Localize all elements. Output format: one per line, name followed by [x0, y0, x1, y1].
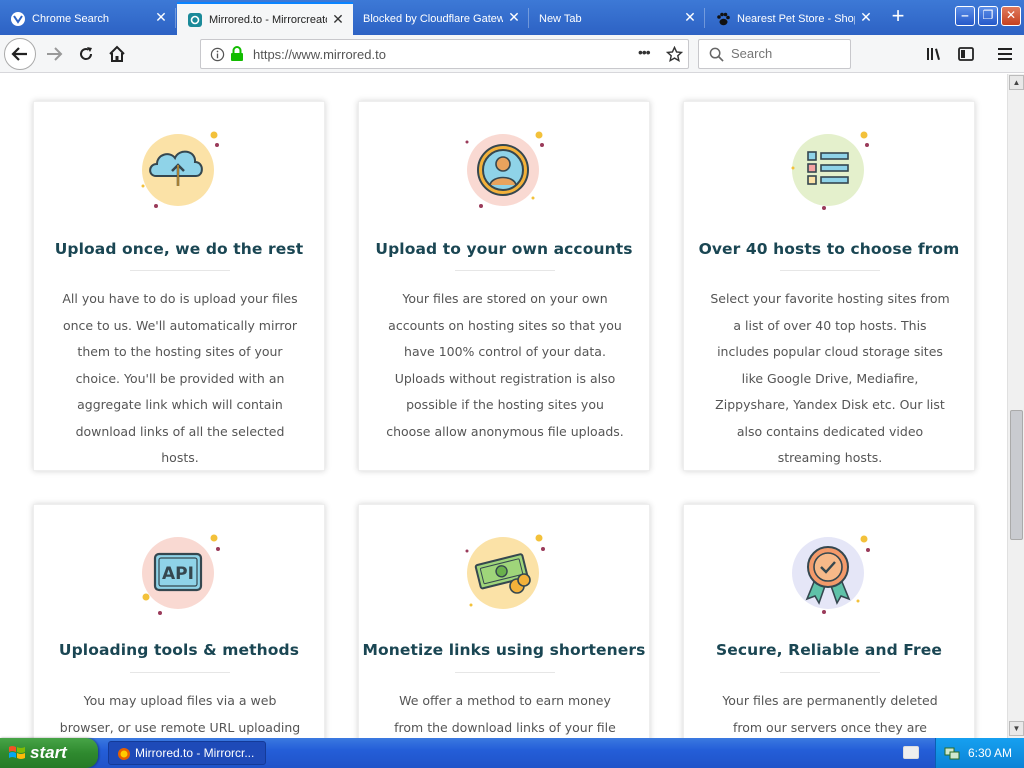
- bookmark-star-icon[interactable]: [666, 46, 683, 63]
- mirrored-favicon-icon: [188, 12, 202, 27]
- back-button[interactable]: [4, 38, 36, 70]
- close-tab-icon[interactable]: ✕: [683, 10, 697, 24]
- reload-icon: [80, 47, 93, 60]
- cloud-upload-icon: [141, 131, 219, 208]
- scrollbar-thumb[interactable]: [1010, 410, 1023, 540]
- scroll-down-arrow-icon[interactable]: ▼: [1009, 721, 1024, 736]
- feature-title: Uploading tools & methods: [58, 641, 300, 659]
- tab-mirrored[interactable]: Mirrored.to - Mirrorcreator ✕: [177, 2, 353, 35]
- hamburger-menu-icon: [998, 48, 1012, 60]
- back-arrow-icon: [11, 47, 27, 61]
- sidebar-icon: [958, 47, 974, 61]
- windows-logo-icon: [9, 746, 25, 759]
- checklist-icon: [791, 131, 869, 210]
- search-bar[interactable]: [698, 39, 851, 69]
- scroll-up-arrow-icon[interactable]: ▲: [1009, 75, 1024, 90]
- home-icon: [109, 45, 125, 62]
- feature-title: Monetize links using shorteners: [362, 641, 646, 659]
- info-icon[interactable]: [210, 47, 225, 62]
- tab-new-tab[interactable]: New Tab ✕: [529, 2, 705, 35]
- tab-pet-store[interactable]: Nearest Pet Store - Shop ✕: [705, 2, 881, 35]
- tab-title: Nearest Pet Store - Shop: [737, 12, 855, 25]
- svg-text:API: API: [162, 564, 194, 584]
- close-tab-icon[interactable]: ✕: [154, 10, 168, 24]
- library-button[interactable]: [920, 40, 948, 68]
- library-icon: [927, 48, 940, 60]
- taskbar: start Mirrored.to - Mirrorcr... 6:30 AM: [0, 738, 1024, 768]
- lock-icon[interactable]: [230, 46, 244, 62]
- reload-button[interactable]: [72, 40, 100, 68]
- taskbar-item-label: Mirrored.to - Mirrorcr...: [135, 746, 255, 760]
- feature-description: All you have to do is upload your files …: [62, 291, 298, 465]
- minimize-button[interactable]: ‒: [955, 6, 975, 26]
- forward-arrow-icon: [47, 47, 63, 61]
- feature-description: Your files are stored on your own accoun…: [386, 291, 624, 439]
- new-tab-button[interactable]: +: [884, 4, 912, 30]
- feature-title: Over 40 hosts to choose from: [698, 240, 960, 258]
- page-content: Upload once, we do the rest All you have…: [0, 74, 1007, 738]
- tab-title: Chrome Search: [32, 12, 110, 25]
- clock: 6:30 AM: [968, 746, 1013, 760]
- tab-title: Blocked by Cloudflare Gateway: [363, 12, 503, 25]
- start-button[interactable]: start: [0, 738, 98, 768]
- tab-bar: Chrome Search ✕ Mirrored.to - Mirrorcrea…: [0, 0, 1024, 35]
- close-tab-icon[interactable]: ✕: [507, 10, 521, 24]
- keyboard-icon[interactable]: [903, 746, 919, 759]
- vertical-scrollbar[interactable]: ▲ ▼: [1007, 74, 1024, 738]
- search-input[interactable]: [731, 46, 841, 61]
- feature-description: You may upload files via a web browser, …: [59, 693, 301, 735]
- feature-title: Upload to your own accounts: [375, 240, 633, 258]
- firefox-icon: [118, 748, 130, 760]
- close-tab-icon[interactable]: ✕: [331, 12, 345, 26]
- close-tab-icon[interactable]: ✕: [859, 10, 873, 24]
- feature-card: API Uploading tools & methods You may up…: [33, 504, 325, 738]
- feature-card: Over 40 hosts to choose from Select your…: [683, 101, 975, 471]
- forward-button[interactable]: [40, 40, 68, 68]
- paw-icon: [717, 12, 730, 25]
- menu-button[interactable]: [991, 40, 1019, 68]
- taskbar-item-mirrored[interactable]: Mirrored.to - Mirrorcr...: [108, 741, 266, 765]
- api-icon: API: [142, 534, 220, 615]
- navigation-toolbar: https://www.mirrored.to •••: [0, 35, 1024, 73]
- network-icon[interactable]: [944, 745, 960, 761]
- feature-card: Secure, Reliable and Free Your files are…: [683, 504, 975, 738]
- start-label: start: [30, 743, 67, 762]
- feature-description: Your files are permanently deleted from …: [722, 693, 938, 735]
- home-button[interactable]: [103, 40, 131, 68]
- feature-card: Upload to your own accounts Your files a…: [358, 101, 650, 471]
- tab-chrome-search[interactable]: Chrome Search ✕: [0, 2, 176, 35]
- url-text: https://www.mirrored.to: [253, 47, 386, 62]
- sidebar-button[interactable]: [952, 40, 980, 68]
- feature-title: Secure, Reliable and Free: [716, 641, 942, 659]
- chrome-search-favicon-icon: [11, 11, 25, 26]
- system-tray: 6:30 AM: [935, 738, 1024, 768]
- tab-title: Mirrored.to - Mirrorcreator: [209, 13, 327, 26]
- page-actions-icon[interactable]: •••: [638, 44, 651, 60]
- feature-card: Upload once, we do the rest All you have…: [33, 101, 325, 471]
- feature-title: Upload once, we do the rest: [54, 240, 304, 258]
- feature-card: Monetize links using shorteners We offer…: [358, 504, 650, 738]
- tab-title: New Tab: [539, 12, 582, 25]
- url-bar[interactable]: https://www.mirrored.to •••: [200, 39, 689, 69]
- feature-description: We offer a method to earn money from the…: [394, 693, 616, 735]
- search-icon: [709, 47, 724, 62]
- close-window-button[interactable]: ✕: [1001, 6, 1021, 26]
- restore-button[interactable]: ❐: [978, 6, 998, 26]
- money-icon: [465, 534, 545, 609]
- tab-cloudflare[interactable]: Blocked by Cloudflare Gateway ✕: [353, 2, 529, 35]
- feature-description: Select your favorite hosting sites from …: [710, 291, 950, 465]
- user-account-icon: [465, 131, 544, 208]
- award-badge-icon: [792, 535, 870, 614]
